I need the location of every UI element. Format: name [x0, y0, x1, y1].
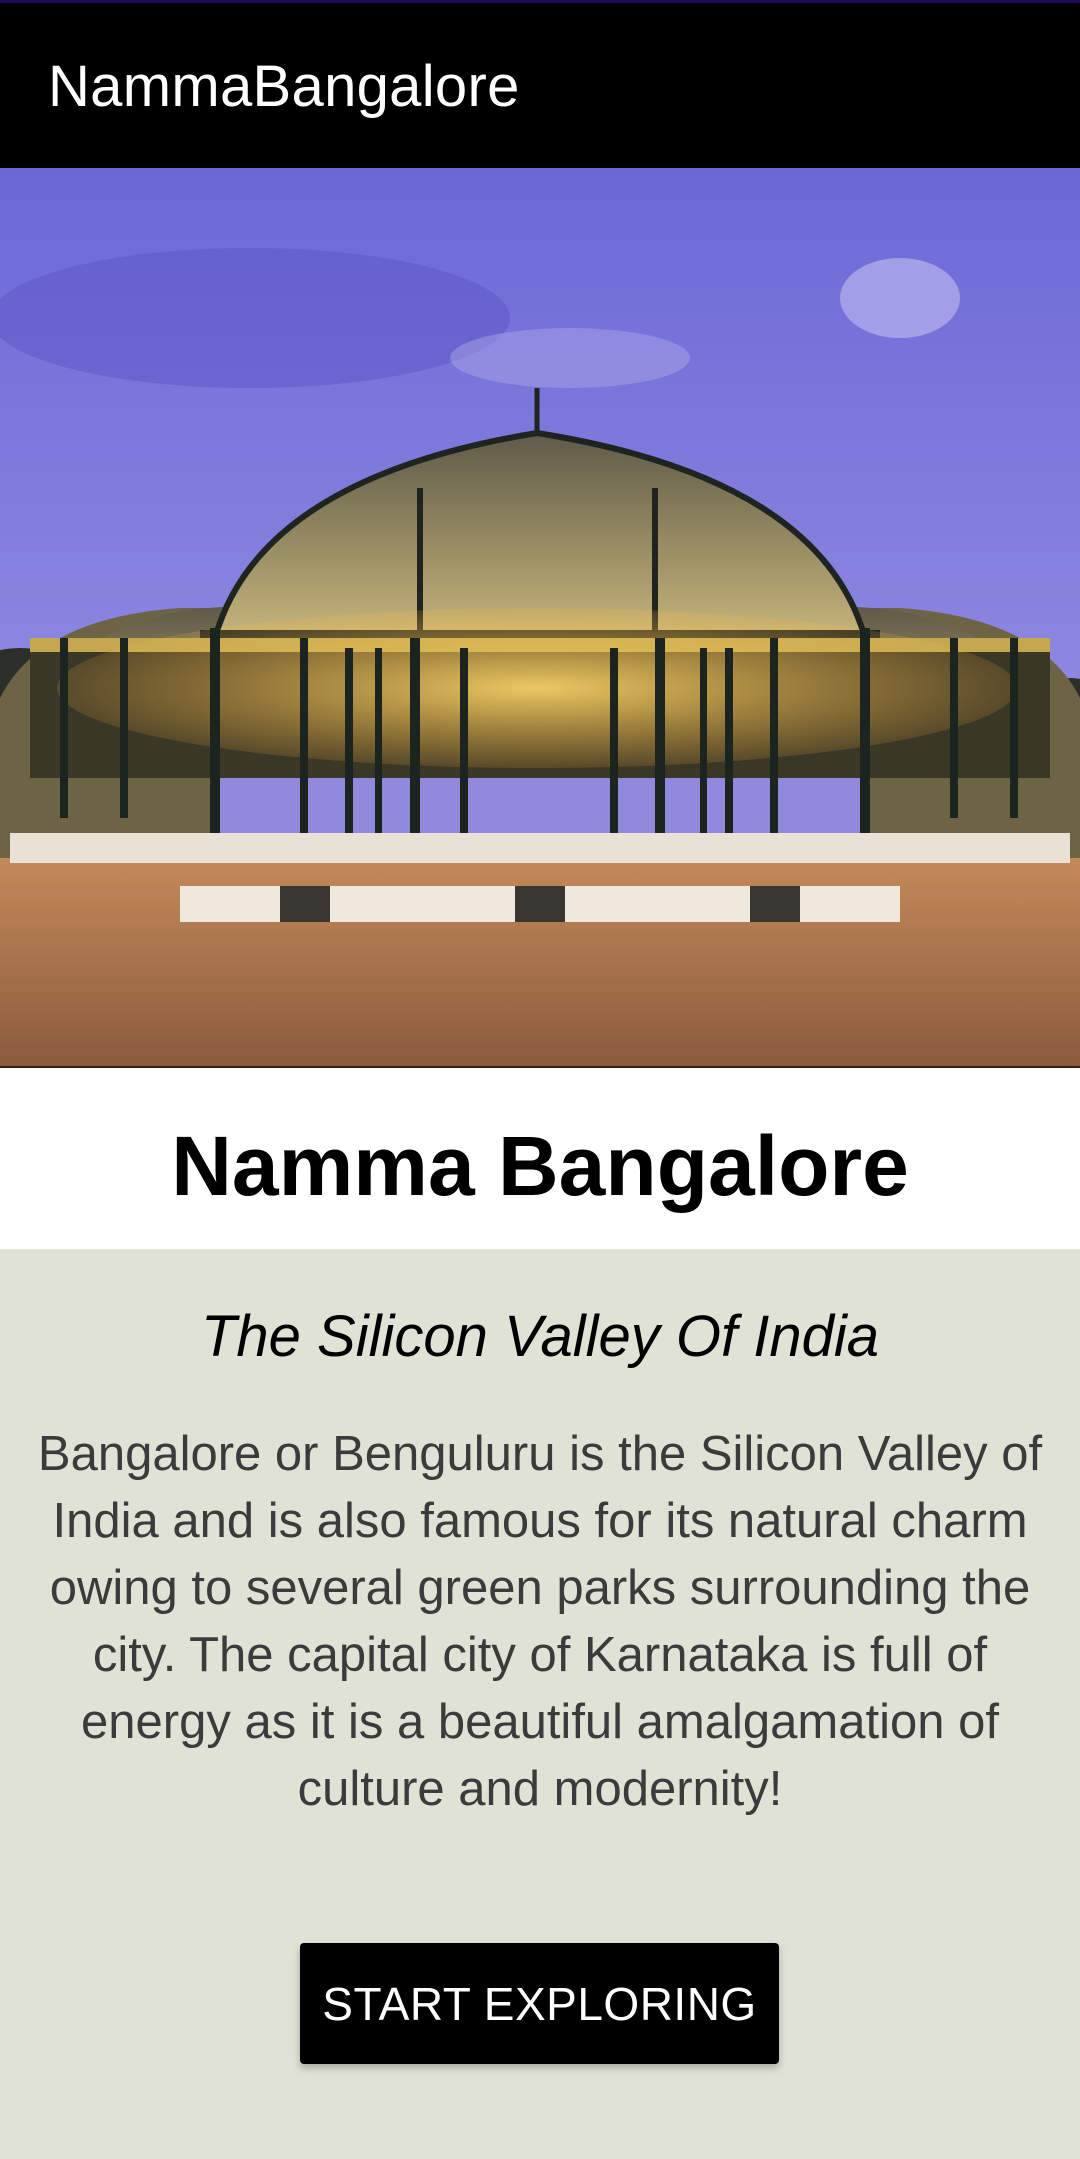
subtitle: The Silicon Valley Of India — [200, 1304, 880, 1369]
content-section: The Silicon Valley Of India Bangalore or… — [0, 1249, 1080, 2159]
title-band: Namma Bangalore — [0, 1068, 1080, 1249]
description: Bangalore or Benguluru is the Silicon Va… — [37, 1427, 1043, 1816]
app-title: NammaBangalore — [48, 54, 520, 119]
hero-image — [0, 168, 1080, 1068]
start-exploring-button[interactable]: START EXPLORING — [300, 1943, 779, 2064]
app-bar: NammaBangalore — [0, 0, 1080, 168]
page-title: Namma Bangalore — [171, 1119, 909, 1213]
